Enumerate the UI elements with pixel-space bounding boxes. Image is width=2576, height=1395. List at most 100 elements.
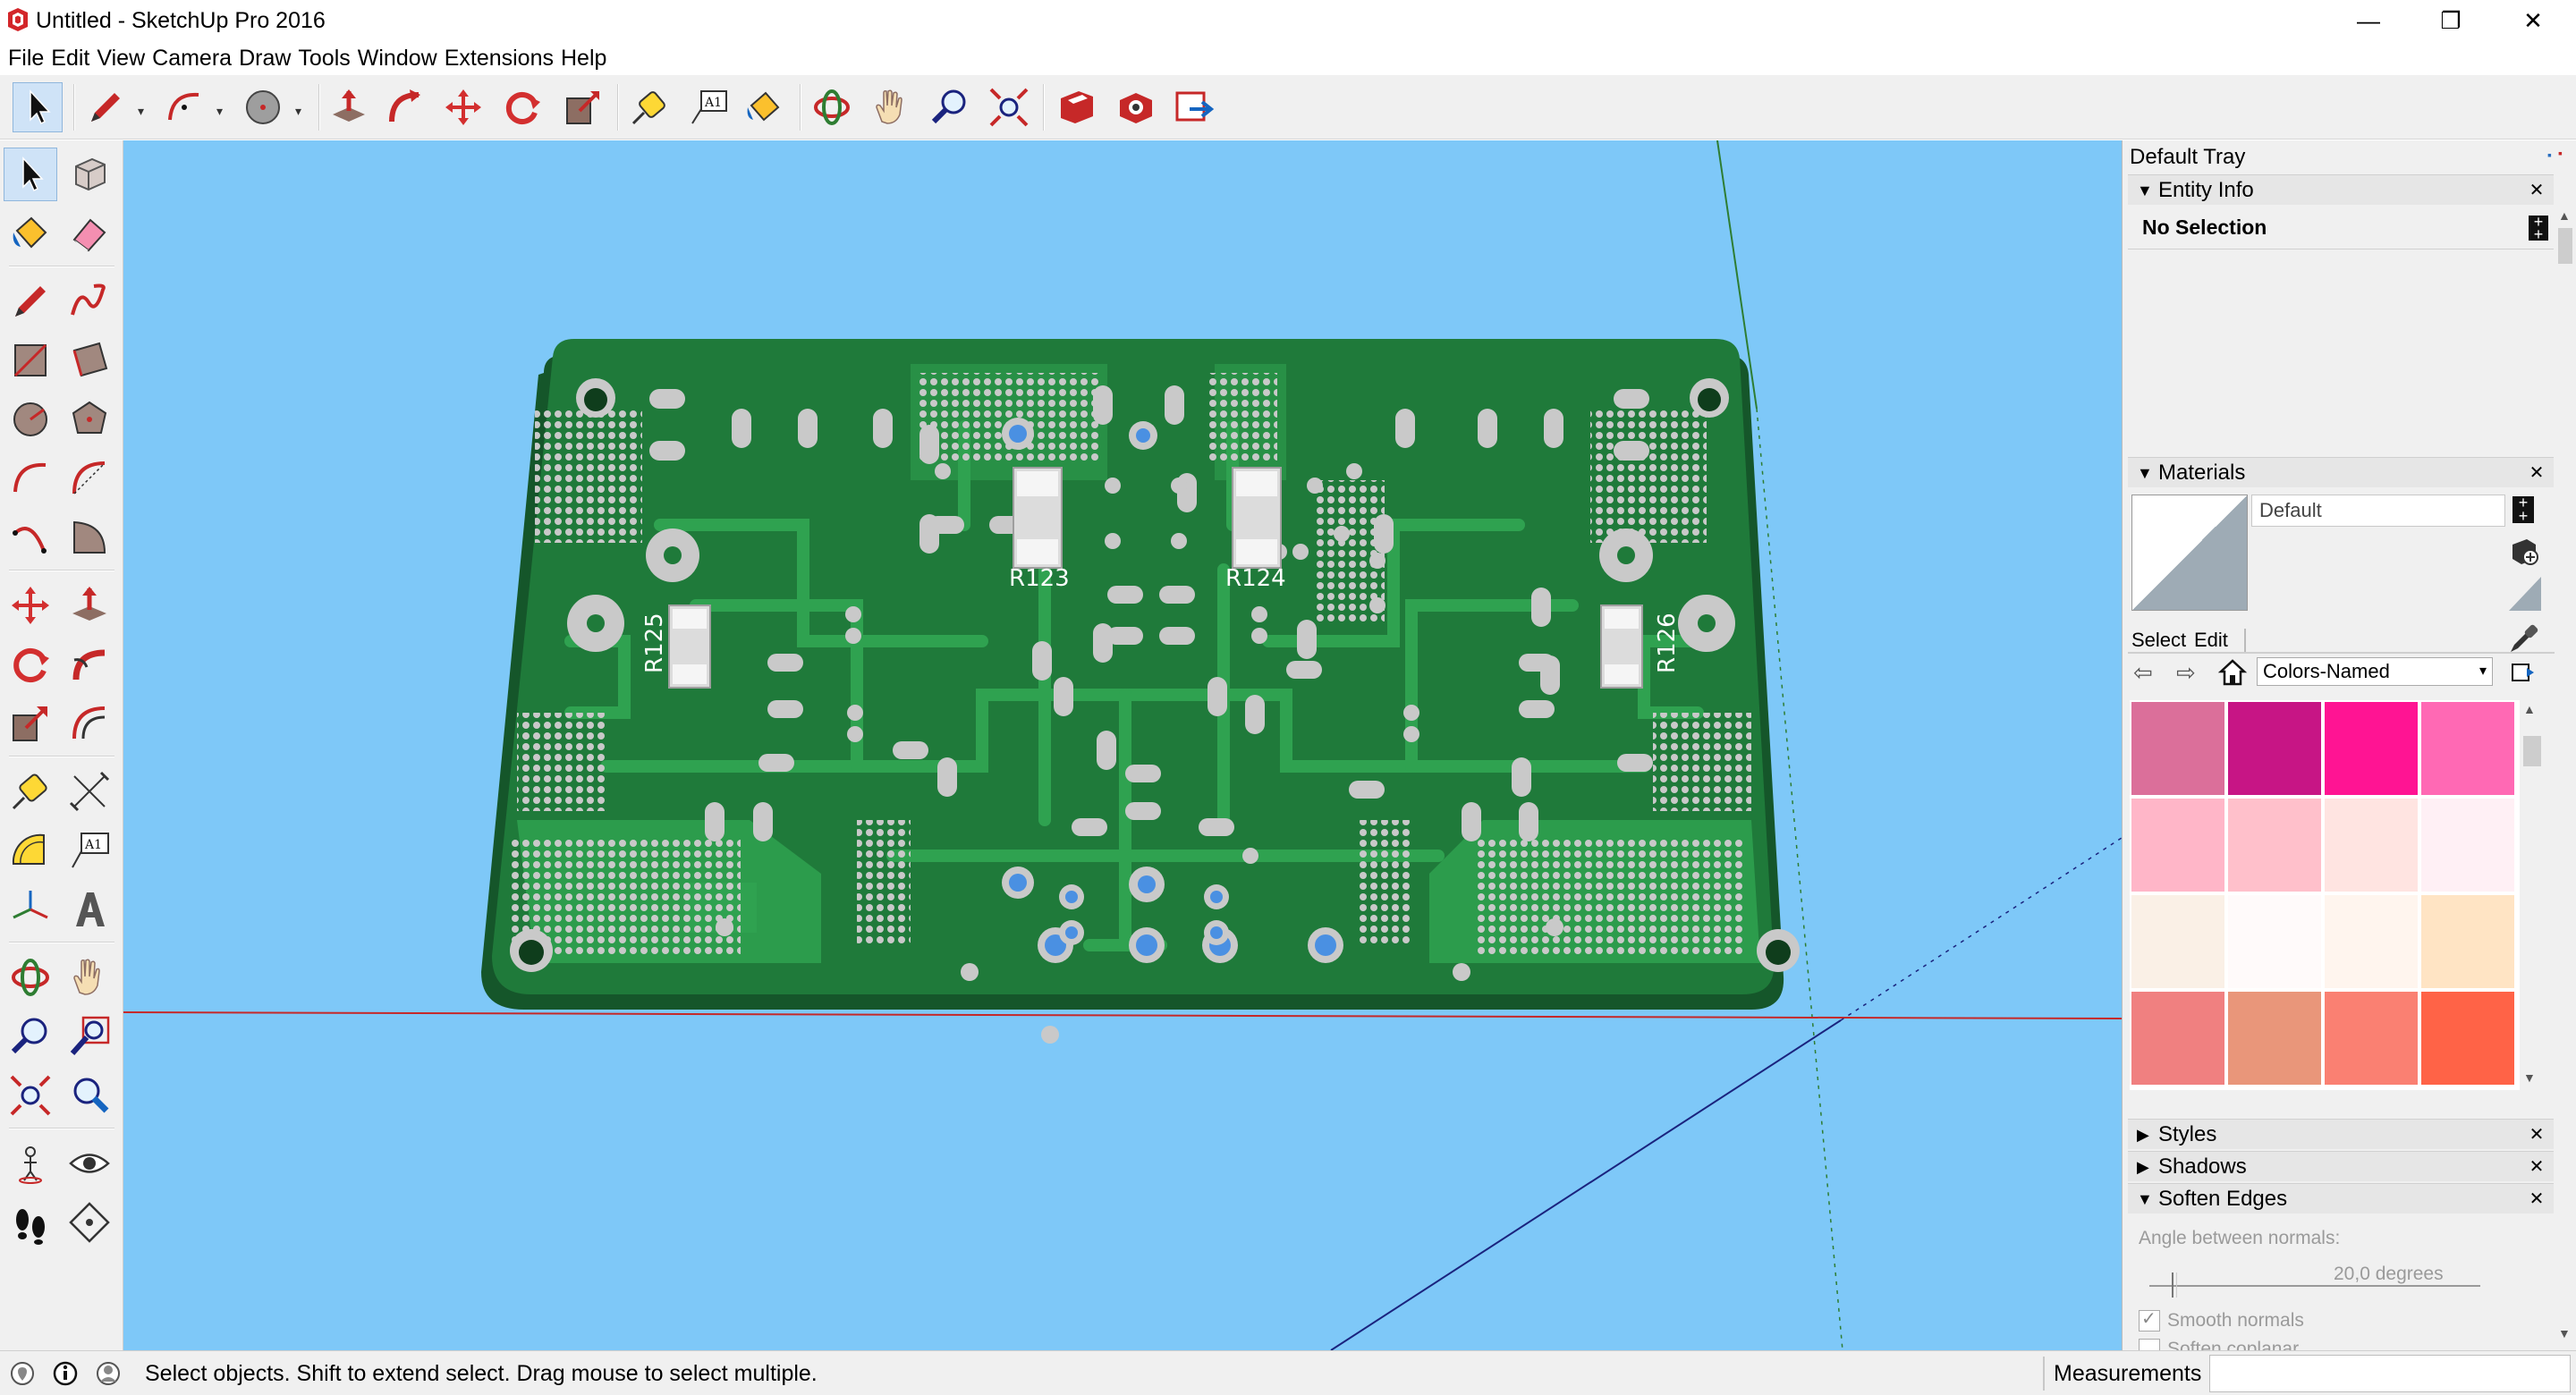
user-account-icon[interactable]: [95, 1360, 122, 1387]
swatch-scrollbar[interactable]: ▲ ▼: [2520, 700, 2545, 1090]
minimize-button[interactable]: —: [2326, 0, 2411, 41]
material-swatch[interactable]: [2228, 702, 2321, 795]
scroll-thumb[interactable]: [2558, 228, 2572, 264]
material-name-field[interactable]: Default: [2251, 495, 2505, 527]
material-swatch[interactable]: [2228, 992, 2321, 1085]
material-swatch[interactable]: [2325, 799, 2418, 892]
left-eraser-tool[interactable]: [63, 207, 116, 260]
material-swatch[interactable]: [2228, 895, 2321, 988]
left-dimension-tool[interactable]: [63, 765, 116, 818]
left-paint-bucket-tool[interactable]: [4, 207, 57, 260]
in-model-home-icon[interactable]: [2217, 657, 2248, 688]
left-push-pull-tool[interactable]: [63, 579, 116, 632]
close-panel-icon[interactable]: ✕: [2525, 458, 2548, 488]
left-walk-tool[interactable]: [4, 1196, 57, 1249]
circle-tool-button[interactable]: [238, 82, 288, 132]
left-zoom-extents-tool[interactable]: [4, 1069, 57, 1122]
left-circle-tool[interactable]: [4, 393, 57, 446]
scroll-down-icon[interactable]: ▼: [2558, 1326, 2571, 1340]
left-polygon-tool[interactable]: [63, 393, 116, 446]
left-rotated-rectangle-tool[interactable]: [63, 334, 116, 387]
materials-tab-select[interactable]: Select: [2131, 629, 2186, 652]
entity-info-details-icon[interactable]: + +: [2529, 214, 2548, 242]
scroll-up-icon[interactable]: ▲: [2558, 208, 2571, 223]
paint-bucket-tool-button[interactable]: [739, 82, 789, 132]
material-swatch[interactable]: [2131, 702, 2224, 795]
details-menu-icon[interactable]: [2509, 659, 2536, 686]
material-swatch[interactable]: [2325, 895, 2418, 988]
extension-warehouse-button[interactable]: [1111, 82, 1161, 132]
left-rotate-tool[interactable]: [4, 638, 57, 691]
menu-camera[interactable]: Camera: [149, 42, 236, 74]
text-tool-button[interactable]: A1: [683, 82, 733, 132]
zoom-tool-button[interactable]: [925, 82, 975, 132]
close-panel-icon[interactable]: ✕: [2525, 1152, 2548, 1182]
create-material-icon[interactable]: [2509, 536, 2539, 566]
close-window-button[interactable]: ✕: [2490, 0, 2576, 41]
material-swatch[interactable]: [2421, 895, 2514, 988]
left-pie-tool[interactable]: [63, 511, 116, 564]
materials-header[interactable]: ▼ Materials ✕: [2128, 457, 2554, 487]
3d-warehouse-button[interactable]: [1052, 82, 1102, 132]
menu-window[interactable]: Window: [355, 42, 442, 74]
materials-tab-edit[interactable]: Edit: [2194, 629, 2228, 652]
tray-pin-icon[interactable]: ▪: [2547, 148, 2556, 162]
menu-extensions[interactable]: Extensions: [442, 42, 558, 74]
left-rectangle-tool[interactable]: [4, 334, 57, 387]
left-line-tool[interactable]: [4, 275, 57, 328]
sample-paint-eyedropper-icon[interactable]: [2507, 623, 2539, 655]
tape-measure-tool-button[interactable]: [624, 82, 674, 132]
rotate-tool-button[interactable]: [497, 82, 547, 132]
restore-button[interactable]: ❐: [2408, 0, 2494, 41]
entity-info-header[interactable]: ▼ Entity Info ✕: [2128, 174, 2554, 205]
left-move-tool[interactable]: [4, 579, 57, 632]
viewport-canvas[interactable]: R123 R124 R125 R126: [123, 140, 2122, 1350]
pencil-dropdown-icon[interactable]: ▾: [138, 104, 150, 118]
pcb-model[interactable]: R123 R124 R125 R126: [481, 339, 1800, 1044]
left-position-camera-tool[interactable]: [4, 1137, 57, 1190]
material-swatch[interactable]: [2131, 992, 2224, 1085]
left-make-component-tool[interactable]: [63, 148, 116, 201]
pencil-tool-button[interactable]: [80, 82, 131, 132]
left-text-tool[interactable]: A1: [63, 824, 116, 877]
material-swatch[interactable]: [2131, 799, 2224, 892]
left-pan-tool[interactable]: [63, 951, 116, 1004]
material-swatch[interactable]: [2228, 799, 2321, 892]
material-swatch[interactable]: [2421, 992, 2514, 1085]
left-scale-tool[interactable]: [4, 697, 57, 750]
left-orbit-tool[interactable]: [4, 951, 57, 1004]
circle-dropdown-icon[interactable]: ▾: [295, 104, 308, 118]
send-to-layout-button[interactable]: [1168, 82, 1218, 132]
left-protractor-tool[interactable]: [4, 824, 57, 877]
select-tool-button[interactable]: [13, 82, 63, 132]
geo-location-icon[interactable]: [9, 1360, 36, 1387]
close-panel-icon[interactable]: ✕: [2525, 1120, 2548, 1150]
left-previous-view-tool[interactable]: [63, 1069, 116, 1122]
arc-dropdown-icon[interactable]: ▾: [216, 104, 229, 118]
left-three-point-arc-tool[interactable]: [4, 511, 57, 564]
material-swatch[interactable]: [2421, 799, 2514, 892]
menu-file[interactable]: File: [5, 42, 48, 74]
credits-info-icon[interactable]: [52, 1360, 79, 1387]
material-details-icon[interactable]: + +: [2512, 495, 2534, 524]
scroll-down-icon[interactable]: ▼: [2523, 1070, 2536, 1085]
close-panel-icon[interactable]: ✕: [2525, 175, 2548, 206]
menu-help[interactable]: Help: [558, 42, 611, 74]
measurements-input[interactable]: [2209, 1355, 2571, 1392]
left-zoom-tool[interactable]: [4, 1010, 57, 1063]
material-swatch[interactable]: [2325, 702, 2418, 795]
model-viewport[interactable]: R123 R124 R125 R126: [123, 140, 2122, 1350]
material-swatch[interactable]: [2131, 895, 2224, 988]
material-swatch[interactable]: [2421, 702, 2514, 795]
left-zoom-window-tool[interactable]: [63, 1010, 116, 1063]
arc-tool-button[interactable]: [159, 82, 209, 132]
left-two-point-arc-tool[interactable]: [63, 452, 116, 505]
left-3d-text-tool[interactable]: [63, 883, 116, 936]
display-secondary-pane-icon[interactable]: [2507, 573, 2543, 613]
scale-tool-button[interactable]: [558, 82, 608, 132]
left-select-tool[interactable]: [4, 148, 57, 201]
pan-tool-button[interactable]: [866, 82, 916, 132]
left-follow-me-tool[interactable]: [63, 638, 116, 691]
material-library-select[interactable]: Colors-Named ▾: [2257, 657, 2493, 686]
move-tool-button[interactable]: [438, 82, 488, 132]
